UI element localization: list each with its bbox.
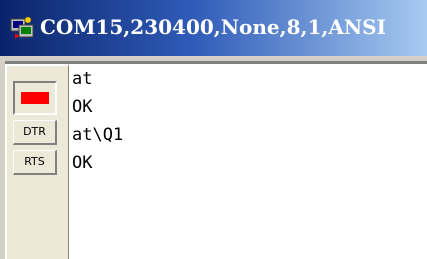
terminal-output[interactable]: at OK at\Q1 OK <box>69 64 427 259</box>
window-title: COM15,230400,None,8,1,ANSI <box>40 15 386 39</box>
terminal-line: at\Q1 <box>72 125 124 145</box>
terminal-window: COM15,230400,None,8,1,ANSI DTR RTS at OK… <box>0 0 427 259</box>
status-led-icon <box>21 92 49 104</box>
terminal-app-icon <box>10 16 34 39</box>
terminal-line: OK <box>72 153 93 173</box>
terminal-line: at <box>72 69 93 89</box>
title-bar[interactable]: COM15,230400,None,8,1,ANSI <box>0 0 427 56</box>
terminal-line: OK <box>72 97 93 117</box>
dtr-button[interactable]: DTR <box>13 120 57 145</box>
status-indicator <box>13 81 57 115</box>
rts-button[interactable]: RTS <box>13 150 57 175</box>
